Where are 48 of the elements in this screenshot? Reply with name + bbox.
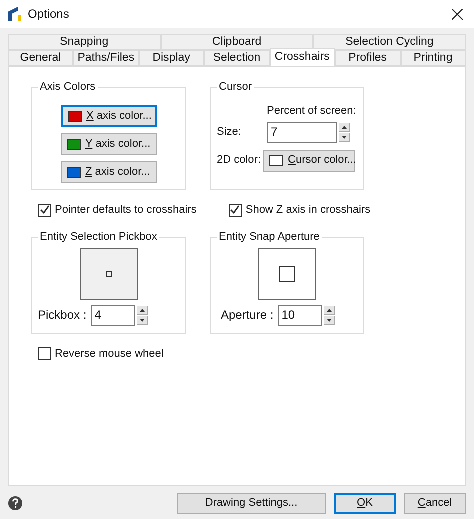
ok-button[interactable]: OK: [334, 493, 396, 514]
help-icon[interactable]: [8, 496, 23, 511]
number-field[interactable]: 10: [278, 304, 322, 326]
up-arrow-icon: [339, 122, 350, 132]
group-title: Entity Selection Pickbox: [38, 230, 160, 244]
window-title: Options: [28, 6, 70, 23]
tab[interactable]: Clipboard: [160, 34, 314, 50]
up-arrow-icon: [136, 306, 148, 314]
spin-buttons[interactable]: [339, 122, 350, 142]
close-icon[interactable]: [452, 8, 463, 20]
up-arrow-icon: [324, 306, 335, 314]
tab[interactable]: General: [8, 50, 74, 66]
down-arrow-icon: [324, 316, 335, 324]
down-arrow-icon: [136, 316, 148, 324]
group-title: Entity Snap Aperture: [217, 230, 322, 244]
number-field[interactable]: 7: [267, 122, 337, 142]
checkbox[interactable]: [38, 347, 51, 360]
checkbox-label: Pointer defaults to crosshairs: [55, 203, 197, 218]
color-label: 2D color:: [217, 153, 262, 168]
tab[interactable]: Crosshairs: [270, 48, 336, 66]
aperture-label: Aperture :: [221, 307, 274, 324]
color-button[interactable]: Y axis color...: [60, 133, 156, 155]
checkbox[interactable]: [38, 204, 51, 217]
tab[interactable]: Selection: [204, 50, 270, 66]
tab[interactable]: Paths/Files: [73, 50, 139, 66]
tab[interactable]: Display: [138, 50, 204, 66]
tab[interactable]: Printing: [400, 50, 466, 66]
size-label: Size:: [217, 124, 242, 140]
spin-buttons[interactable]: [136, 306, 148, 324]
number-field[interactable]: 4: [90, 304, 135, 326]
color-button[interactable]: X axis color...: [60, 105, 156, 127]
down-arrow-icon: [339, 132, 350, 142]
percent-label: Percent of screen:: [267, 104, 356, 119]
color-button[interactable]: Cursor color...: [263, 150, 355, 172]
tab[interactable]: Snapping: [8, 34, 161, 50]
checkbox-label: Show Z axis in crosshairs: [246, 203, 371, 218]
pickbox-label: Pickbox :: [38, 307, 87, 324]
color-button[interactable]: Z axis color...: [60, 161, 156, 183]
cancel-button[interactable]: Cancel: [404, 493, 466, 514]
drawing-settings-button[interactable]: Drawing Settings...: [177, 493, 326, 514]
spin-buttons[interactable]: [324, 306, 335, 324]
aperture-preview: [258, 248, 316, 300]
checkbox[interactable]: [228, 204, 242, 217]
tab[interactable]: Profiles: [335, 50, 401, 66]
checkbox-label: Reverse mouse wheel: [55, 346, 164, 362]
app-logo-icon: [7, 6, 23, 22]
tab[interactable]: Selection Cycling: [313, 34, 466, 50]
pickbox-preview: [80, 248, 138, 300]
